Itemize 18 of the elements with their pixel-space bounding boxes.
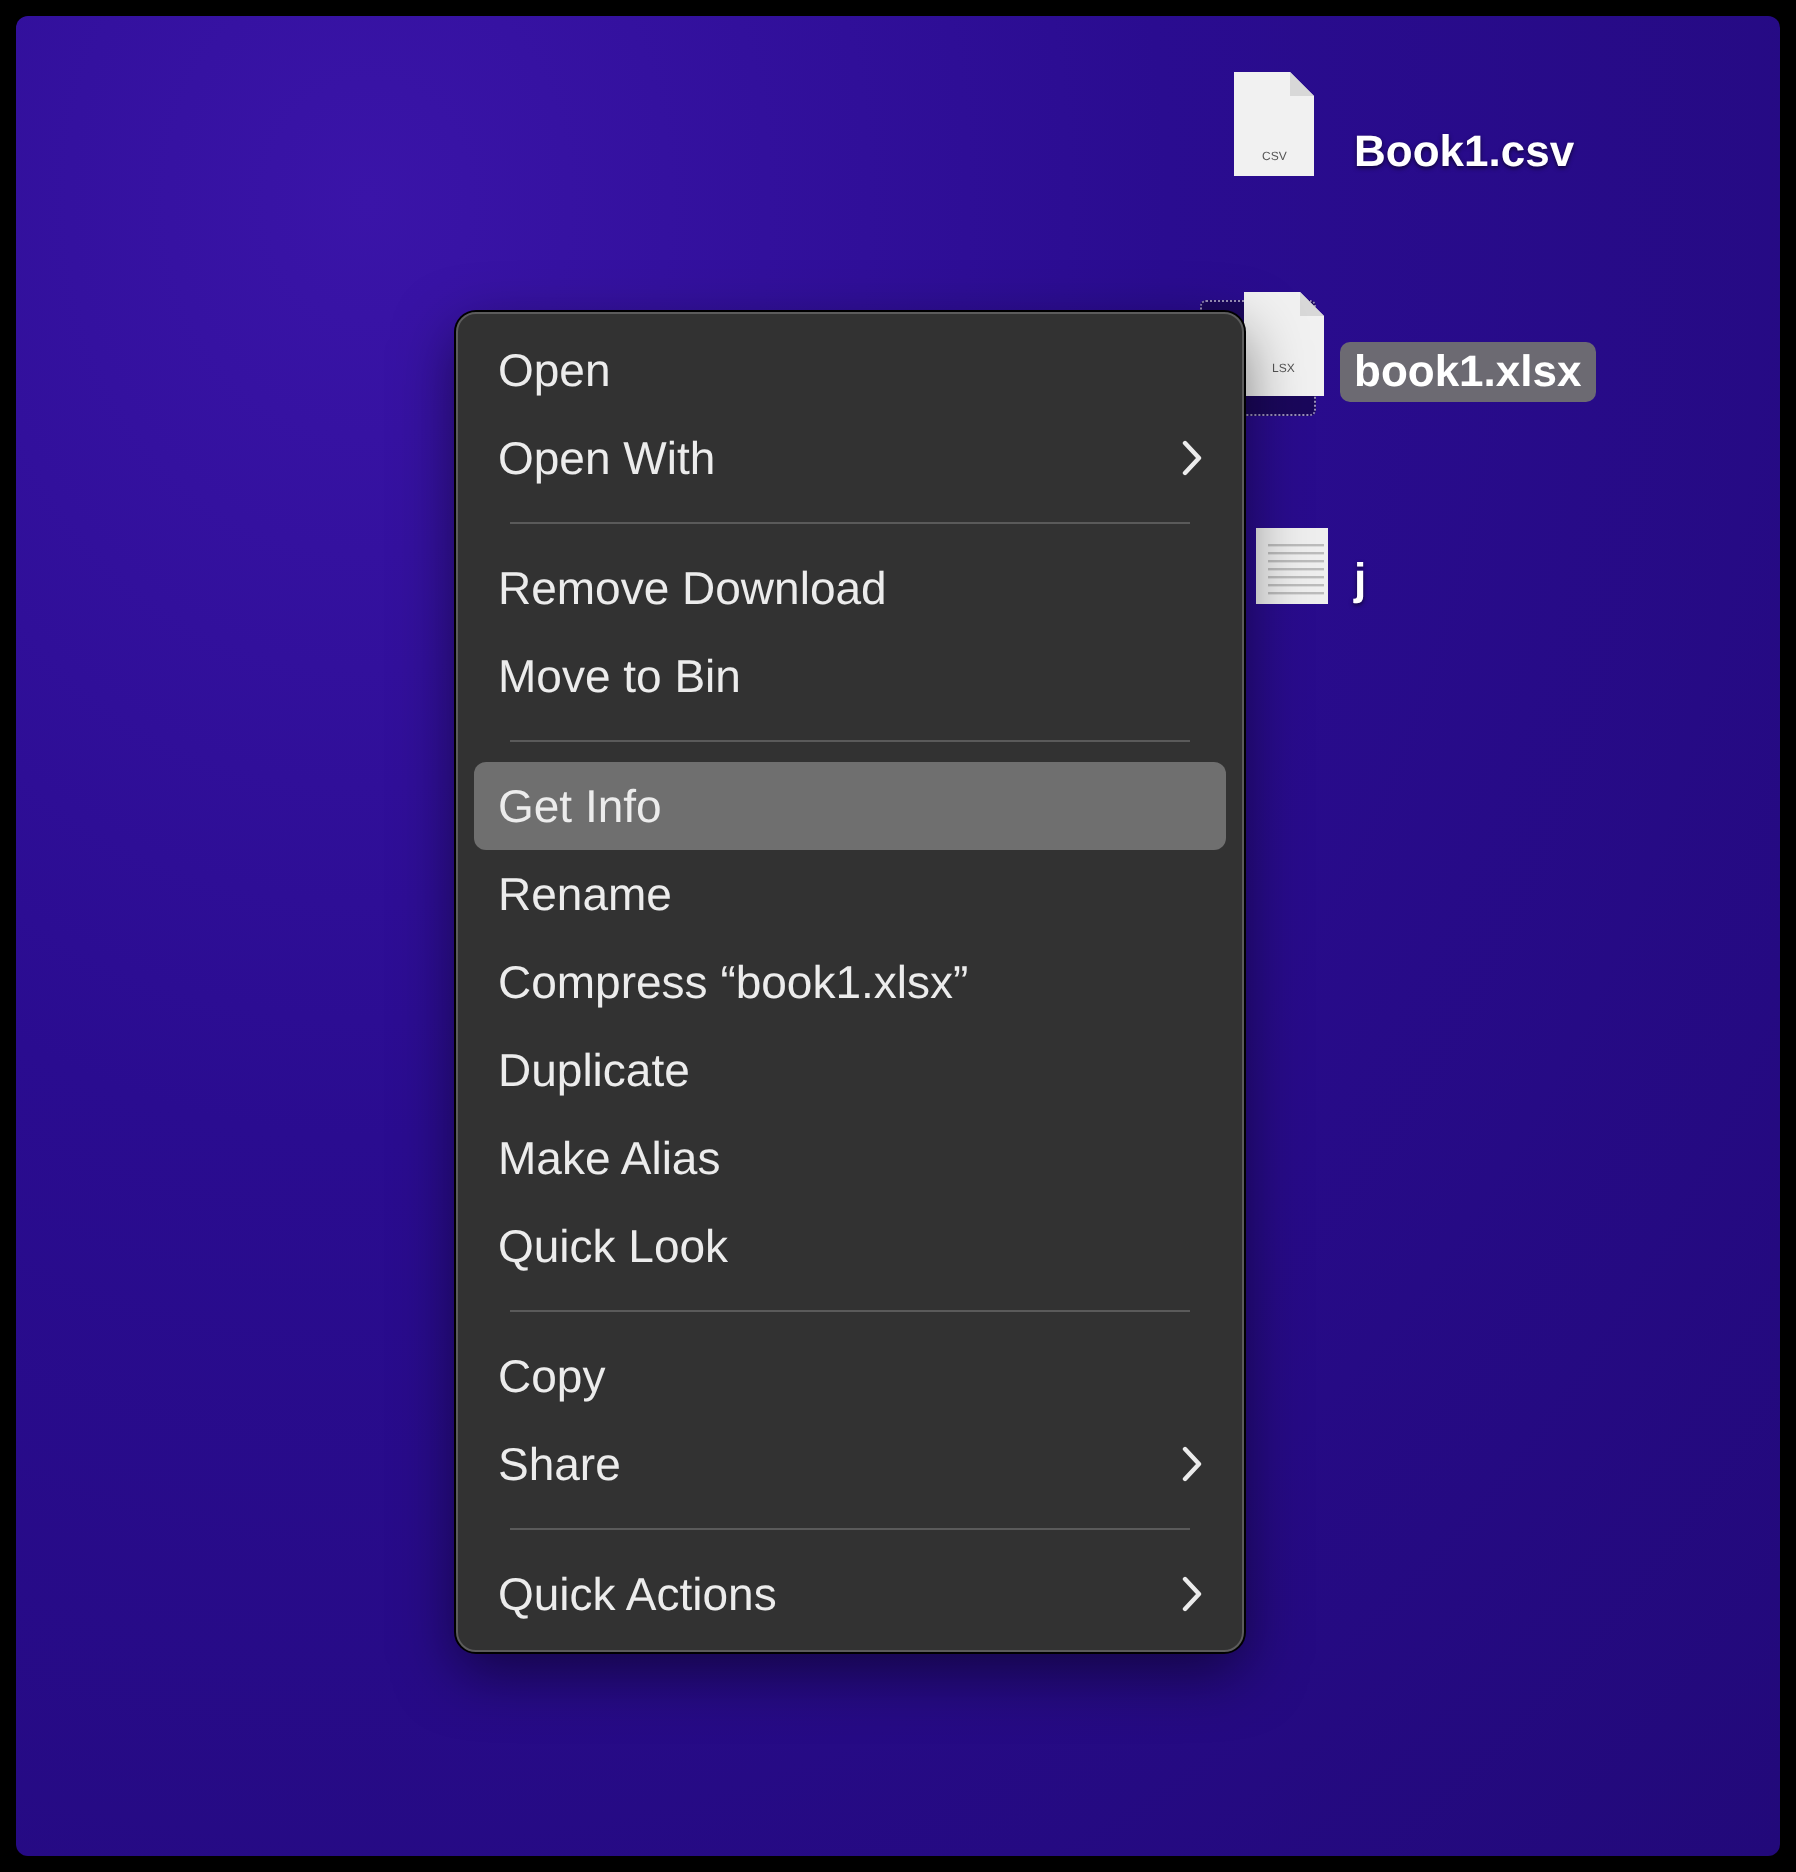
menu-item[interactable]: Quick Actions bbox=[474, 1550, 1226, 1638]
file-name[interactable]: book1.xlsx bbox=[1340, 342, 1596, 402]
menu-item[interactable]: Rename bbox=[474, 850, 1226, 938]
menu-item[interactable]: Open With bbox=[474, 414, 1226, 502]
menu-item[interactable]: Move to Bin bbox=[474, 632, 1226, 720]
document-icon[interactable] bbox=[1244, 292, 1324, 396]
menu-item[interactable]: Copy bbox=[474, 1332, 1226, 1420]
document-icon[interactable] bbox=[1234, 72, 1314, 176]
menu-item[interactable]: Get Info bbox=[474, 762, 1226, 850]
menu-item[interactable]: Compress “book1.xlsx” bbox=[474, 938, 1226, 1026]
menu-item[interactable]: Duplicate bbox=[474, 1026, 1226, 1114]
file-name[interactable]: j bbox=[1340, 550, 1381, 610]
menu-item[interactable]: Open bbox=[474, 326, 1226, 414]
menu-item[interactable]: Make Alias bbox=[474, 1114, 1226, 1202]
menu-item[interactable]: Share bbox=[474, 1420, 1226, 1508]
file-name[interactable]: Book1.csv bbox=[1340, 122, 1589, 182]
menu-item[interactable]: Remove Download bbox=[474, 544, 1226, 632]
menu-item[interactable]: Quick Look bbox=[474, 1202, 1226, 1290]
